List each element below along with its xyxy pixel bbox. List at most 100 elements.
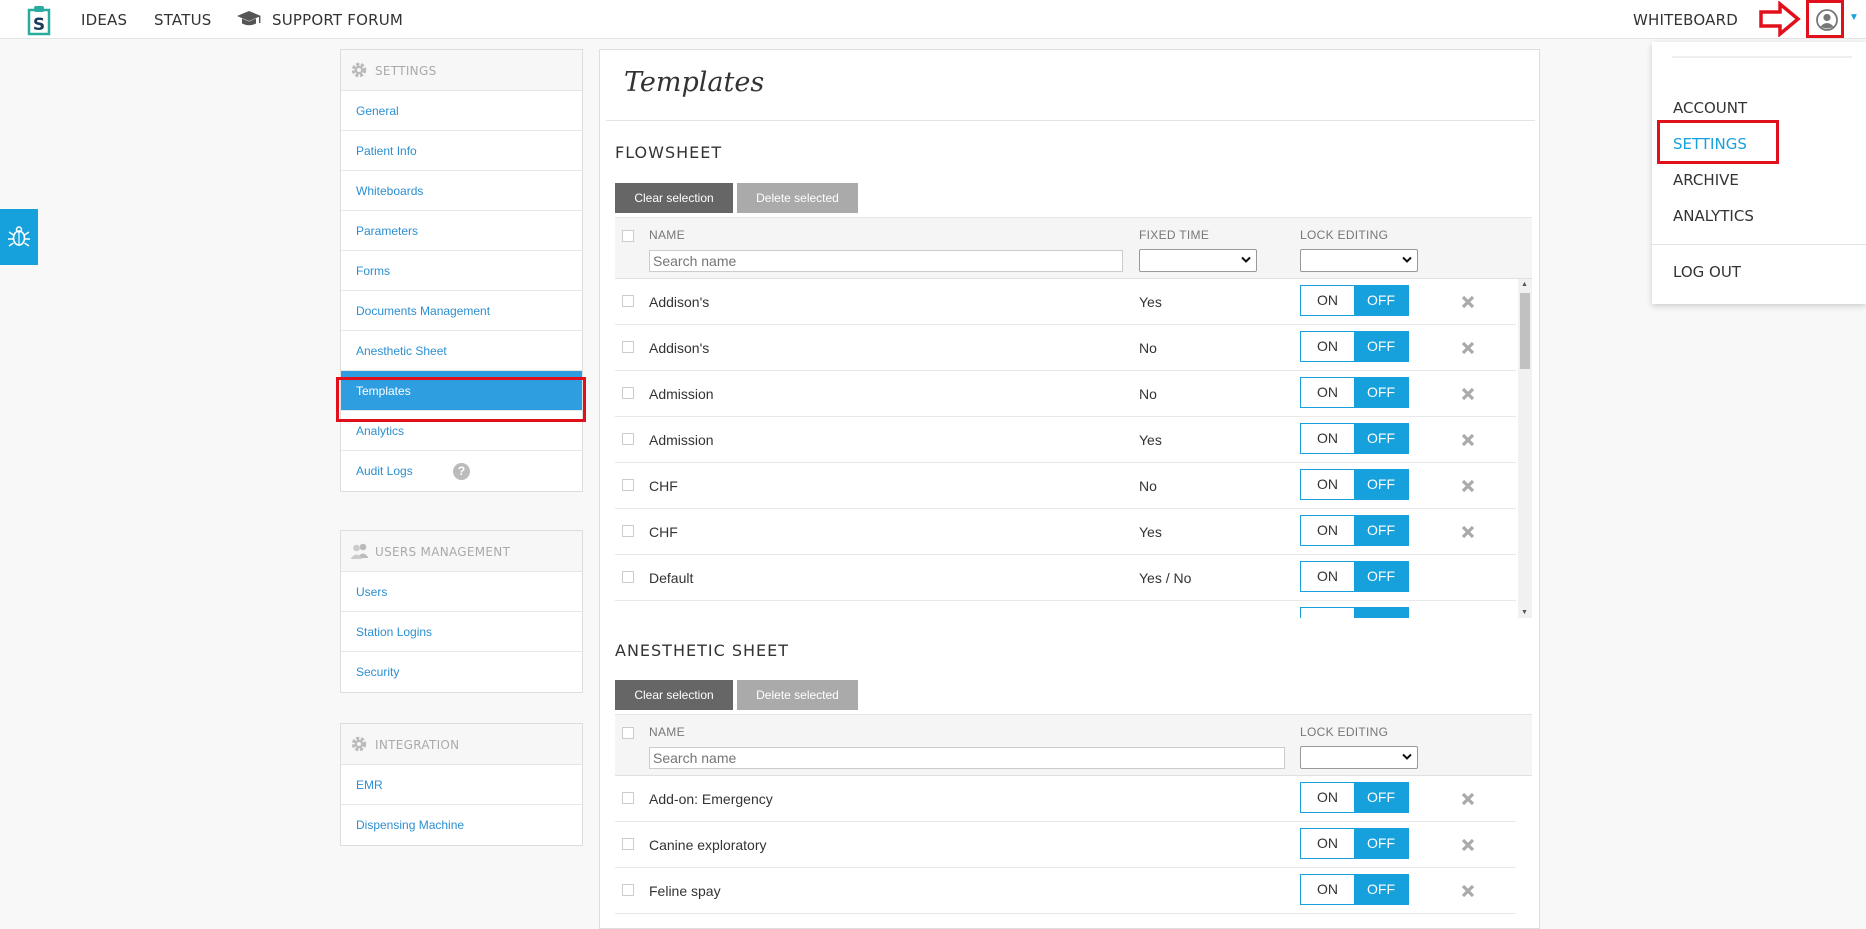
- sidebar-item-documents-management[interactable]: Documents Management: [341, 291, 582, 331]
- delete-icon[interactable]: [1461, 341, 1475, 355]
- bug-report-tab[interactable]: [0, 209, 38, 265]
- row-checkbox[interactable]: [622, 295, 634, 307]
- toggle-on[interactable]: ON: [1301, 470, 1354, 499]
- toggle-on[interactable]: ON: [1301, 783, 1354, 812]
- sidebar-item-dispensing-machine[interactable]: Dispensing Machine: [341, 805, 582, 845]
- row-checkbox[interactable]: [622, 838, 634, 850]
- toggle-off[interactable]: OFF: [1354, 875, 1408, 904]
- app-logo-icon[interactable]: S: [26, 5, 52, 36]
- toggle-on[interactable]: [1301, 608, 1354, 618]
- toggle-on[interactable]: ON: [1301, 562, 1354, 591]
- lock-editing-toggle[interactable]: ON OFF: [1300, 423, 1409, 454]
- row-checkbox[interactable]: [622, 525, 634, 537]
- row-checkbox[interactable]: [622, 479, 634, 491]
- lock-editing-toggle[interactable]: ON OFF: [1300, 331, 1409, 362]
- delete-icon[interactable]: [1461, 433, 1475, 447]
- sidebar-item-users[interactable]: Users: [341, 572, 582, 612]
- sidebar-item-forms[interactable]: Forms: [341, 251, 582, 291]
- row-checkbox[interactable]: [622, 341, 634, 353]
- user-menu-button[interactable]: [1806, 0, 1844, 38]
- anesthetic-lock-editing-filter[interactable]: [1300, 746, 1418, 769]
- row-checkbox[interactable]: [622, 387, 634, 399]
- sidebar-item-station-logins[interactable]: Station Logins: [341, 612, 582, 652]
- lock-editing-toggle[interactable]: ON OFF: [1300, 469, 1409, 500]
- flowsheet-section-title: FLOWSHEET: [615, 143, 723, 162]
- flowsheet-scrollbar[interactable]: ▲ ▼: [1518, 279, 1532, 618]
- scroll-up-icon[interactable]: ▲: [1521, 281, 1528, 288]
- delete-icon[interactable]: [1461, 479, 1475, 493]
- anesthetic-clear-selection-button[interactable]: Clear selection: [615, 680, 733, 710]
- sidebar-item-parameters[interactable]: Parameters: [341, 211, 582, 251]
- row-checkbox[interactable]: [622, 433, 634, 445]
- sidebar-item-anesthetic-sheet[interactable]: Anesthetic Sheet: [341, 331, 582, 371]
- menu-item-account[interactable]: ACCOUNT: [1673, 99, 1747, 117]
- nav-support-forum[interactable]: SUPPORT FORUM: [272, 11, 403, 29]
- toggle-on[interactable]: ON: [1301, 286, 1354, 315]
- toggle-off[interactable]: OFF: [1354, 470, 1408, 499]
- templates-highlight-box: [336, 377, 586, 422]
- sidebar-item-security[interactable]: Security: [341, 652, 582, 692]
- flowsheet-lock-editing-filter[interactable]: [1300, 249, 1418, 272]
- toggle-on[interactable]: ON: [1301, 332, 1354, 361]
- flowsheet-search-input[interactable]: [649, 250, 1123, 272]
- delete-icon[interactable]: [1461, 884, 1475, 898]
- toggle-off[interactable]: OFF: [1354, 332, 1408, 361]
- flowsheet-fixed-time-filter[interactable]: [1139, 249, 1257, 272]
- sidebar-item-general[interactable]: General: [341, 91, 582, 131]
- toggle-on[interactable]: ON: [1301, 875, 1354, 904]
- anesthetic-select-all-checkbox[interactable]: [622, 727, 634, 739]
- sidebar-item-whiteboards[interactable]: Whiteboards: [341, 171, 582, 211]
- lock-editing-toggle[interactable]: ON OFF: [1300, 874, 1409, 905]
- sidebar-item-audit-logs[interactable]: Audit Logs ?: [341, 451, 582, 491]
- menu-item-settings[interactable]: SETTINGS: [1673, 135, 1747, 153]
- lock-editing-toggle[interactable]: ON OFF: [1300, 377, 1409, 408]
- flowsheet-select-all-checkbox[interactable]: [622, 230, 634, 242]
- menu-item-analytics[interactable]: ANALYTICS: [1673, 207, 1754, 225]
- nav-whiteboard[interactable]: WHITEBOARD: [1633, 11, 1738, 29]
- toggle-off[interactable]: OFF: [1354, 516, 1408, 545]
- graduation-cap-icon: [237, 11, 261, 26]
- chevron-down-icon[interactable]: ▼: [1849, 12, 1859, 23]
- scroll-thumb[interactable]: [1520, 293, 1530, 369]
- toggle-off[interactable]: OFF: [1354, 378, 1408, 407]
- delete-icon[interactable]: [1461, 387, 1475, 401]
- nav-status[interactable]: STATUS: [154, 11, 211, 29]
- sidebar-item-patient-info[interactable]: Patient Info: [341, 131, 582, 171]
- delete-icon[interactable]: [1461, 792, 1475, 806]
- menu-item-archive[interactable]: ARCHIVE: [1673, 171, 1739, 189]
- row-checkbox[interactable]: [622, 884, 634, 896]
- toggle-off[interactable]: OFF: [1354, 286, 1408, 315]
- row-checkbox[interactable]: [622, 792, 634, 804]
- toggle-on[interactable]: ON: [1301, 516, 1354, 545]
- sidebar-item-emr[interactable]: EMR: [341, 765, 582, 805]
- users-management-title: USERS MANAGEMENT: [375, 545, 511, 559]
- flowsheet-clear-selection-button[interactable]: Clear selection: [615, 183, 733, 213]
- anesthetic-search-input[interactable]: [649, 747, 1285, 769]
- toggle-on[interactable]: ON: [1301, 424, 1354, 453]
- toggle-off[interactable]: OFF: [1354, 783, 1408, 812]
- lock-editing-toggle[interactable]: ON OFF: [1300, 782, 1409, 813]
- lock-editing-toggle[interactable]: [1300, 607, 1409, 618]
- toggle-off[interactable]: [1354, 608, 1408, 618]
- delete-icon[interactable]: [1461, 525, 1475, 539]
- anesthetic-delete-selected-button[interactable]: Delete selected: [737, 680, 858, 710]
- delete-icon[interactable]: [1461, 838, 1475, 852]
- template-name: CHF: [649, 524, 678, 540]
- row-checkbox[interactable]: [622, 571, 634, 583]
- toggle-off[interactable]: OFF: [1354, 562, 1408, 591]
- toggle-on[interactable]: ON: [1301, 378, 1354, 407]
- nav-ideas[interactable]: IDEAS: [81, 11, 127, 29]
- flowsheet-delete-selected-button[interactable]: Delete selected: [737, 183, 858, 213]
- lock-editing-toggle[interactable]: ON OFF: [1300, 515, 1409, 546]
- lock-editing-toggle[interactable]: ON OFF: [1300, 561, 1409, 592]
- toggle-off[interactable]: OFF: [1354, 424, 1408, 453]
- fixed-time-value: No: [1139, 386, 1157, 402]
- toggle-off[interactable]: OFF: [1354, 829, 1408, 858]
- delete-icon[interactable]: [1461, 295, 1475, 309]
- lock-editing-toggle[interactable]: ON OFF: [1300, 285, 1409, 316]
- scroll-down-icon[interactable]: ▼: [1521, 609, 1528, 616]
- toggle-on[interactable]: ON: [1301, 829, 1354, 858]
- lock-editing-toggle[interactable]: ON OFF: [1300, 828, 1409, 859]
- menu-item-logout[interactable]: LOG OUT: [1673, 263, 1741, 281]
- help-icon[interactable]: ?: [453, 463, 470, 480]
